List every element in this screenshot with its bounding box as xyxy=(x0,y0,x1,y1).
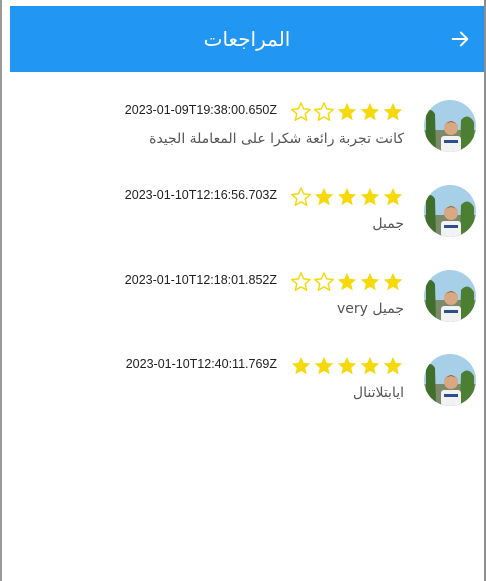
reviews-screen: المراجعات 2023-01-09T19:38:00.650Z كانت … xyxy=(10,6,484,581)
star-rating xyxy=(290,186,404,208)
arrow-forward-icon xyxy=(451,31,469,47)
star-filled-icon xyxy=(383,187,403,206)
star-filled-icon xyxy=(360,187,380,206)
star-filled-icon xyxy=(314,356,334,375)
back-button[interactable] xyxy=(444,23,476,55)
star-filled-icon xyxy=(383,272,403,291)
review-comment: جميل very xyxy=(337,301,404,317)
star-filled-icon xyxy=(360,356,380,375)
page-title: المراجعات xyxy=(203,27,291,51)
star-filled-icon xyxy=(337,187,357,206)
review-item: 2023-01-09T19:38:00.650Z كانت تجربة رائع… xyxy=(10,100,484,172)
avatar xyxy=(424,100,476,152)
review-comment: جميل xyxy=(372,216,404,232)
star-filled-icon xyxy=(337,356,357,375)
profile-photo-icon xyxy=(424,354,476,406)
star-filled-icon xyxy=(360,272,380,291)
star-rating xyxy=(290,101,404,123)
window-edge-left xyxy=(0,0,2,581)
star-empty-icon xyxy=(291,102,311,121)
star-empty-icon xyxy=(314,272,334,291)
app-bar: المراجعات xyxy=(10,6,484,72)
profile-photo-icon xyxy=(424,185,476,237)
star-filled-icon xyxy=(383,356,403,375)
avatar xyxy=(424,354,476,406)
star-empty-icon xyxy=(314,102,334,121)
review-comment: كانت تجربة رائعة شكرا على المعاملة الجيد… xyxy=(149,131,404,147)
avatar xyxy=(424,270,476,322)
star-filled-icon xyxy=(360,102,380,121)
star-filled-icon xyxy=(314,187,334,206)
star-rating xyxy=(290,271,404,293)
profile-photo-icon xyxy=(424,270,476,322)
review-item: 2023-01-10T12:40:11.769Z ايابتلاتنال xyxy=(10,354,484,426)
review-timestamp: 2023-01-10T12:16:56.703Z xyxy=(124,188,277,202)
star-filled-icon xyxy=(337,272,357,291)
profile-photo-icon xyxy=(424,100,476,152)
star-rating xyxy=(290,355,404,377)
star-filled-icon xyxy=(383,102,403,121)
review-timestamp: 2023-01-10T12:18:01.852Z xyxy=(124,273,277,287)
star-empty-icon xyxy=(291,187,311,206)
star-filled-icon xyxy=(291,356,311,375)
review-timestamp: 2023-01-10T12:40:11.769Z xyxy=(125,357,277,371)
star-empty-icon xyxy=(291,272,311,291)
review-timestamp: 2023-01-09T19:38:00.650Z xyxy=(124,103,277,117)
review-comment: ايابتلاتنال xyxy=(352,385,404,401)
star-filled-icon xyxy=(337,102,357,121)
review-item: 2023-01-10T12:16:56.703Z جميل xyxy=(10,185,484,257)
avatar xyxy=(424,185,476,237)
review-item: 2023-01-10T12:18:01.852Z جميل very xyxy=(10,270,484,342)
